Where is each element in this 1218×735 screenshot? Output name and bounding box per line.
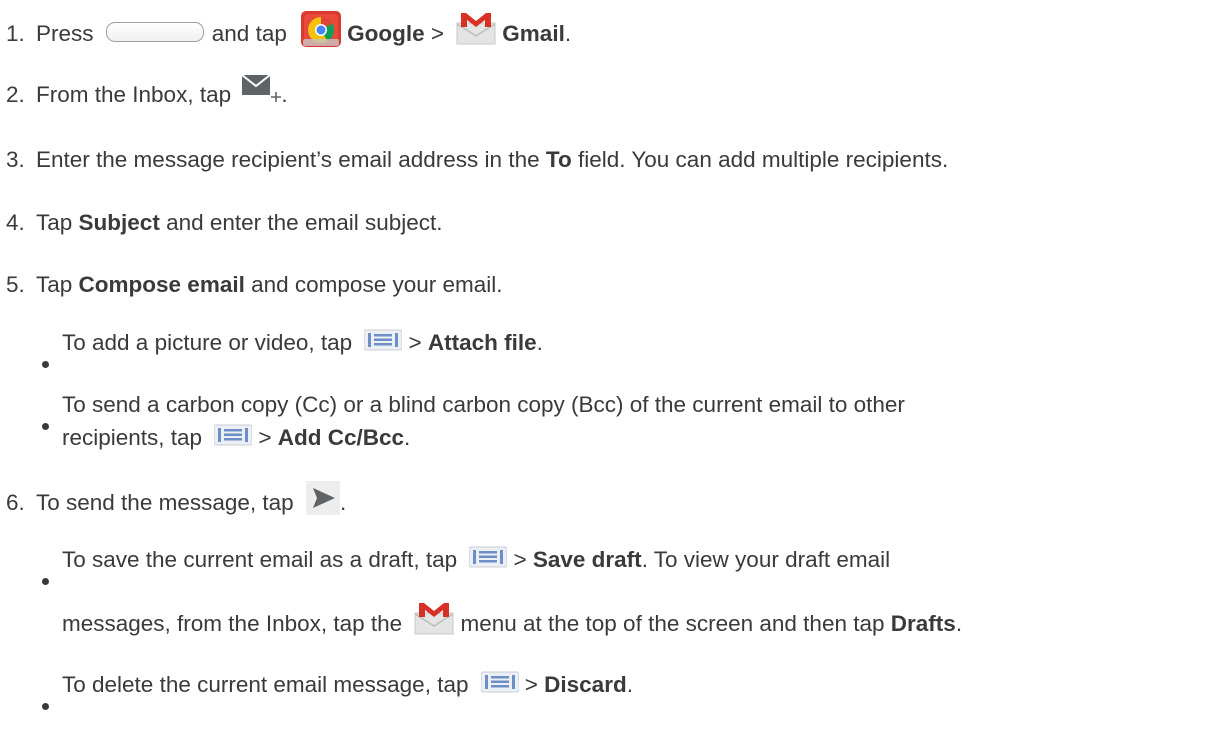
bullet-attach-file: To add a picture or video, tap > Attach …	[42, 329, 543, 368]
step-4: 4. Tap Subject and enter the email subjec…	[6, 208, 443, 238]
gmail-icon	[456, 11, 496, 45]
step-2: 2. From the Inbox, tap .	[6, 74, 288, 111]
step-number: 2.	[6, 82, 25, 107]
bullet-save-draft-cont: messages, from the Inbox, tap the menu a…	[62, 603, 962, 642]
step-number: 4.	[6, 210, 25, 235]
menu-icon	[363, 329, 403, 351]
google-folder-icon	[299, 9, 343, 49]
compose-icon	[241, 73, 282, 103]
step-6: 6. To send the message, tap .	[6, 481, 346, 521]
menu-icon	[213, 424, 253, 446]
menu-icon	[468, 546, 508, 568]
gmail-icon	[414, 601, 454, 635]
step-number: 5.	[6, 272, 25, 297]
bullet-save-draft: To save the current email as a draft, ta…	[42, 546, 891, 585]
step-5: 5. Tap Compose email and compose your ema…	[6, 270, 503, 300]
step-1: 1. Press and tap Google > Gmail.	[6, 11, 571, 55]
step-3: 3. Enter the message recipient’s email ad…	[6, 145, 948, 175]
menu-icon	[480, 671, 520, 693]
bullet-add-cc-bcc-cont: recipients, tap > Add Cc/Bcc.	[62, 424, 411, 450]
step-number: 6.	[6, 489, 25, 515]
bullet-add-cc-bcc: To send a carbon copy (Cc) or a blind ca…	[42, 392, 905, 430]
step-number: 1.	[6, 20, 25, 46]
bullet-discard: To delete the current email message, tap…	[42, 671, 633, 710]
send-icon	[305, 481, 340, 515]
step-number: 3.	[6, 147, 25, 172]
home-button-icon	[105, 22, 204, 42]
